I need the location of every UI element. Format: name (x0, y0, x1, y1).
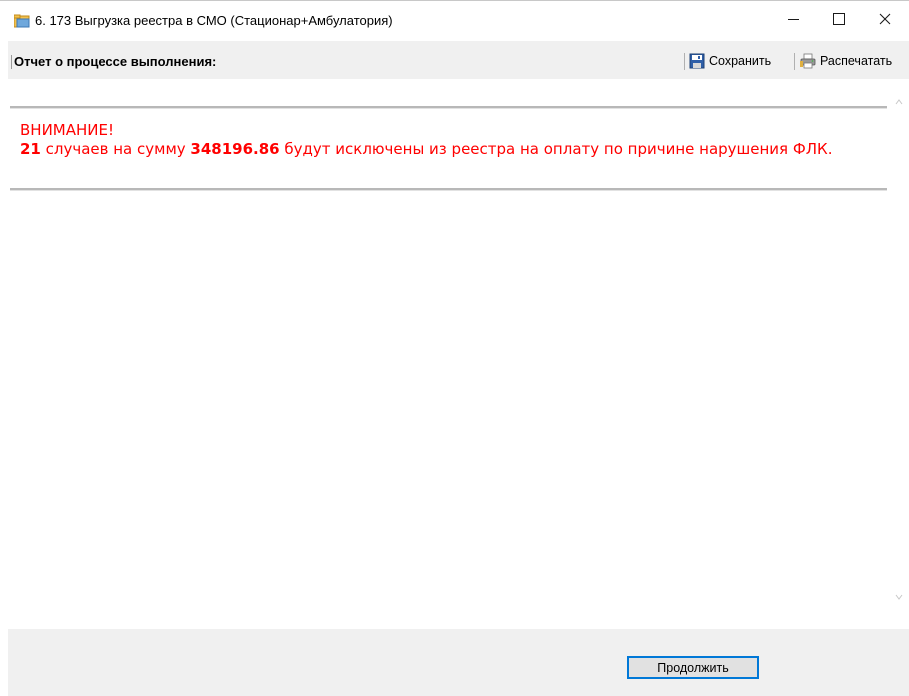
close-icon (879, 13, 891, 25)
save-label: Сохранить (709, 54, 772, 68)
warning-text-part1: случаев на сумму (40, 140, 191, 158)
warning-text: 21 случаев на сумму 348196.86 будут искл… (20, 140, 890, 159)
print-button[interactable]: Распечатать (800, 52, 892, 70)
scroll-down-arrow-icon[interactable] (895, 593, 903, 601)
close-button[interactable] (862, 1, 908, 37)
save-button[interactable]: Сохранить (689, 52, 771, 70)
title-bar[interactable]: 6. 173 Выгрузка реестра в СМО (Стационар… (0, 1, 909, 41)
top-divider (10, 106, 887, 109)
toolbar-separator (684, 53, 685, 70)
amount-value: 348196.86 (190, 140, 280, 158)
report-title: Отчет о процессе выполнения: (14, 54, 217, 69)
continue-label: Продолжить (657, 660, 729, 675)
minimize-icon (787, 18, 799, 20)
report-content: ВНИМАНИЕ! 21 случаев на сумму 348196.86 … (8, 79, 901, 629)
print-label: Распечатать (820, 54, 893, 68)
case-count: 21 (20, 140, 41, 158)
scroll-up-arrow-icon[interactable] (895, 98, 903, 106)
warning-heading: ВНИМАНИЕ! (20, 121, 114, 139)
dialog-window: 6. 173 Выгрузка реестра в СМО (Стационар… (0, 0, 909, 696)
toolbar-separator (794, 53, 795, 70)
warning-text-part2: будут исключены из реестра на оплату по … (279, 140, 833, 158)
maximize-button[interactable] (816, 1, 862, 37)
toolbar-grip (11, 55, 12, 69)
maximize-icon (833, 13, 845, 25)
dialog-footer: Продолжить (8, 629, 909, 696)
warning-message: ВНИМАНИЕ! 21 случаев на сумму 348196.86 … (20, 121, 890, 159)
minimize-button[interactable] (770, 1, 816, 37)
report-toolbar: Отчет о процессе выполнения: Сохранить Р… (8, 41, 909, 79)
continue-button[interactable]: Продолжить (627, 656, 759, 679)
window-title: 6. 173 Выгрузка реестра в СМО (Стационар… (35, 13, 393, 28)
floppy-disk-icon (689, 53, 705, 69)
folder-icon (14, 14, 30, 28)
bottom-divider (10, 188, 887, 191)
printer-icon (800, 53, 816, 69)
